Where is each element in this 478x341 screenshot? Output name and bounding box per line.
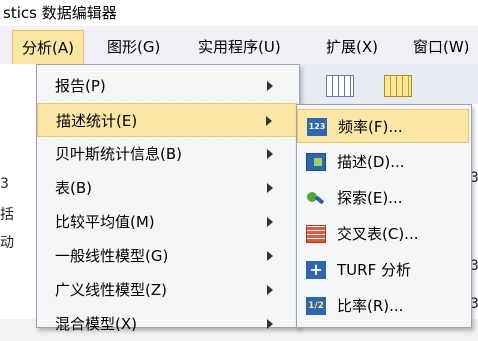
menu-utilities[interactable]: 实用程序(U) bbox=[189, 30, 290, 64]
menu-item-label: 贝叶斯统计信息(B) bbox=[55, 145, 182, 163]
menu-item-label: 频率(F)... bbox=[338, 118, 403, 136]
submenu-arrow-icon bbox=[267, 251, 273, 261]
explore-icon bbox=[306, 189, 326, 207]
submenu-arrow-icon bbox=[266, 116, 272, 126]
menu-item-label: 描述统计(E) bbox=[56, 112, 138, 130]
data-view-icon[interactable] bbox=[326, 75, 354, 97]
menu-item-frequencies[interactable]: 123 频率(F)... bbox=[297, 109, 469, 143]
menu-item-general-linear-model[interactable]: 一般线性模型(G) bbox=[37, 239, 297, 273]
menu-item-label: 比较平均值(M) bbox=[55, 213, 155, 231]
submenu-arrow-icon bbox=[267, 217, 273, 227]
menu-window[interactable]: 窗口(W) bbox=[404, 30, 478, 64]
menu-item-ratio[interactable]: 1/2 比率(R)... bbox=[297, 289, 469, 323]
menu-extensions[interactable]: 扩展(X) bbox=[317, 30, 387, 64]
menu-item-label: 表(B) bbox=[55, 179, 92, 197]
ratio-icon: 1/2 bbox=[306, 297, 326, 315]
variable-view-icon[interactable] bbox=[384, 75, 412, 97]
menu-item-explore[interactable]: 探索(E)... bbox=[297, 181, 469, 215]
grid-cell-fragment: 3 bbox=[0, 176, 9, 192]
menu-analyze[interactable]: 分析(A) bbox=[12, 30, 84, 64]
menu-item-reports[interactable]: 报告(P) bbox=[37, 69, 297, 103]
menu-item-label: TURF 分析 bbox=[337, 261, 411, 279]
submenu-arrow-icon bbox=[267, 319, 273, 329]
menu-graphs[interactable]: 图形(G) bbox=[98, 30, 169, 64]
grid-cell-fragment: 括 bbox=[0, 207, 14, 223]
descriptive-statistics-submenu: 123 频率(F)... 描述(D)... 探索(E)... 交叉表(C)...… bbox=[296, 104, 472, 328]
submenu-arrow-icon bbox=[267, 81, 273, 91]
menu-item-generalized-linear-model[interactable]: 广义线性模型(Z) bbox=[37, 273, 297, 307]
submenu-arrow-icon bbox=[267, 149, 273, 159]
frequencies-icon: 123 bbox=[307, 118, 327, 136]
menu-item-descriptives[interactable]: 描述(D)... bbox=[297, 145, 469, 179]
menu-item-label: 比率(R)... bbox=[337, 297, 404, 315]
menu-item-crosstabs[interactable]: 交叉表(C)... bbox=[297, 217, 469, 251]
crosstabs-icon bbox=[306, 225, 326, 243]
menu-item-label: 广义线性模型(Z) bbox=[55, 281, 167, 299]
turf-icon: + bbox=[306, 261, 326, 279]
menu-item-turf-analysis[interactable]: + TURF 分析 bbox=[297, 253, 469, 287]
submenu-arrow-icon bbox=[267, 285, 273, 295]
analyze-menu: 报告(P) 描述统计(E) 贝叶斯统计信息(B) 表(B) 比较平均值(M) 一… bbox=[36, 64, 300, 333]
menu-item-label: 描述(D)... bbox=[337, 153, 405, 171]
menu-item-label: 报告(P) bbox=[55, 77, 106, 95]
menu-item-label: 混合模型(X) bbox=[55, 315, 137, 333]
menu-item-descriptive-statistics[interactable]: 描述统计(E) bbox=[37, 103, 297, 137]
window-title: stics 数据编辑器 bbox=[0, 0, 478, 26]
menu-item-tables[interactable]: 表(B) bbox=[37, 171, 297, 205]
menu-item-compare-means[interactable]: 比较平均值(M) bbox=[37, 205, 297, 239]
menu-item-label: 探索(E)... bbox=[337, 189, 403, 207]
menubar: 分析(A) 图形(G) 实用程序(U) 扩展(X) 窗口(W) bbox=[0, 30, 478, 65]
menu-item-mixed-models[interactable]: 混合模型(X) bbox=[37, 307, 297, 341]
menu-item-label: 一般线性模型(G) bbox=[55, 247, 169, 265]
descriptives-icon bbox=[306, 153, 326, 171]
grid-cell-fragment: 动 bbox=[0, 235, 14, 251]
menu-item-bayesian[interactable]: 贝叶斯统计信息(B) bbox=[37, 137, 297, 171]
submenu-arrow-icon bbox=[267, 183, 273, 193]
menu-item-label: 交叉表(C)... bbox=[337, 225, 419, 243]
